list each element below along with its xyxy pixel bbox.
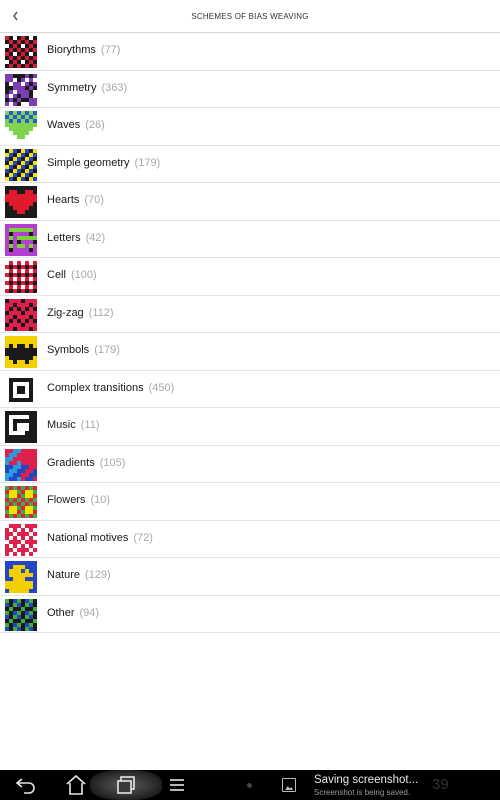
app-header: SCHEMES OF BIAS WEAVING: [0, 0, 500, 33]
category-label: National motives (72): [47, 532, 153, 544]
national-pattern-icon: [5, 523, 37, 556]
geometry-pattern-icon: [5, 148, 37, 181]
category-label: Symbols (179): [47, 344, 120, 356]
category-name: Simple geometry: [47, 156, 130, 169]
cell-pattern-icon: [5, 261, 37, 293]
notification-fade: [420, 770, 500, 800]
category-label: Nature (129): [47, 569, 111, 581]
nature-pattern-icon: [5, 561, 37, 593]
category-count: (11): [80, 419, 100, 431]
category-name: Gradients: [47, 456, 95, 469]
category-label: Letters (42): [47, 232, 105, 244]
category-label: Flowers (10): [47, 494, 110, 506]
category-name: Symmetry: [47, 81, 97, 94]
category-row[interactable]: Simple geometry (179): [0, 146, 500, 183]
category-label: Zig-zag (112): [47, 307, 114, 319]
category-row[interactable]: Music (11): [0, 408, 500, 446]
category-row[interactable]: Cell (100): [0, 258, 500, 296]
page-title: SCHEMES OF BIAS WEAVING: [191, 12, 309, 21]
other-pattern-icon: [5, 598, 37, 631]
category-count: (179): [94, 344, 120, 356]
screenshot-notification-icon: [282, 778, 296, 792]
notification-subtitle: Screenshot is being saved.: [314, 788, 411, 797]
category-name: Complex transitions: [47, 381, 144, 394]
category-label: Symmetry (363): [47, 82, 127, 94]
category-count: (72): [133, 531, 153, 544]
category-count: (450): [148, 381, 175, 394]
category-row[interactable]: Complex transitions (450): [0, 371, 500, 408]
category-row[interactable]: Nature (129): [0, 558, 500, 596]
category-name: Other: [47, 606, 75, 619]
transitions-pattern-icon: [5, 373, 37, 406]
gradients-pattern-icon: [5, 448, 37, 481]
system-navigation-bar: Saving screenshot... Screenshot is being…: [0, 770, 500, 800]
category-count: (10): [90, 494, 111, 506]
category-row[interactable]: Symbols (179): [0, 333, 500, 371]
hearts-pattern-icon: [5, 186, 37, 218]
category-row[interactable]: Biorythms (77): [0, 33, 500, 71]
category-name: Symbols: [47, 344, 90, 356]
symmetry-pattern-icon: [5, 73, 37, 106]
category-name: Biorythms: [47, 44, 96, 56]
category-count: (70): [84, 194, 104, 206]
category-label: Simple geometry (179): [47, 157, 160, 169]
nav-home-button[interactable]: [64, 773, 88, 797]
category-name: Music: [47, 419, 76, 431]
category-list: Biorythms (77) Symmetry (363) Waves (26) Simpl…: [0, 33, 500, 633]
category-label: Biorythms (77): [47, 44, 120, 56]
category-label: Hearts (70): [47, 194, 104, 206]
category-count: (112): [88, 306, 114, 319]
category-name: National motives: [47, 531, 129, 544]
category-label: Other (94): [47, 607, 99, 619]
flowers-pattern-icon: [5, 486, 37, 518]
category-count: (100): [70, 269, 97, 281]
zigzag-pattern-icon: [5, 298, 37, 331]
music-pattern-icon: [5, 411, 37, 443]
category-row[interactable]: Waves (26): [0, 108, 500, 146]
category-count: (129): [85, 569, 111, 581]
biorythms-pattern-icon: [5, 36, 37, 68]
category-row[interactable]: Zig-zag (112): [0, 296, 500, 333]
category-row[interactable]: Flowers (10): [0, 483, 500, 521]
category-count: (105): [99, 456, 126, 469]
nav-menu-button[interactable]: [165, 773, 189, 797]
category-row[interactable]: Symmetry (363): [0, 71, 500, 108]
nav-indicator-dot: [247, 783, 252, 788]
category-label: Gradients (105): [47, 457, 125, 469]
category-count: (77): [100, 44, 121, 56]
back-arrow-icon: [15, 778, 35, 794]
category-label: Complex transitions (450): [47, 382, 174, 394]
nav-back-button[interactable]: [14, 773, 38, 797]
category-count: (179): [134, 156, 161, 169]
notification-title[interactable]: Saving screenshot...: [314, 774, 418, 786]
menu-icon: [170, 779, 184, 791]
waves-pattern-icon: [5, 111, 37, 143]
category-count: (42): [85, 231, 106, 244]
recent-apps-icon: [117, 776, 135, 794]
home-icon: [66, 774, 86, 795]
category-name: Waves: [47, 119, 81, 131]
letters-pattern-icon: [5, 223, 37, 256]
category-name: Cell: [47, 269, 66, 281]
category-label: Cell (100): [47, 269, 97, 281]
category-name: Zig-zag: [47, 306, 84, 319]
category-count: (363): [101, 81, 128, 94]
nav-recent-button[interactable]: [114, 773, 138, 797]
category-row[interactable]: Other (94): [0, 596, 500, 633]
category-count: (26): [85, 119, 105, 131]
symbols-pattern-icon: [5, 336, 37, 368]
category-row[interactable]: Letters (42): [0, 221, 500, 258]
category-name: Hearts: [47, 194, 80, 206]
category-label: Music (11): [47, 419, 99, 431]
category-label: Waves (26): [47, 119, 105, 131]
category-row[interactable]: National motives (72): [0, 521, 500, 558]
category-row[interactable]: Hearts (70): [0, 183, 500, 221]
category-name: Nature: [47, 569, 81, 581]
category-name: Flowers: [47, 494, 86, 506]
category-name: Letters: [47, 231, 81, 244]
category-row[interactable]: Gradients (105): [0, 446, 500, 483]
category-count: (94): [79, 606, 100, 619]
